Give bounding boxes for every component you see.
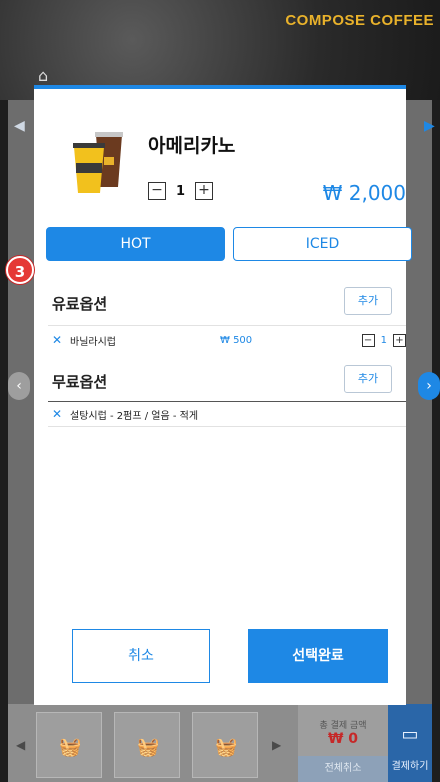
paid-options-title: 유료옵션 [52,295,108,313]
option-name: 바닐라시럽 [70,336,116,348]
basket-icon: 🧺 [215,737,238,758]
menu-next-page-icon[interactable]: › [418,372,440,400]
paid-option-row: ✕ 바닐라시럽 ₩ 500 − 1 + [52,327,406,353]
cart-prev-arrow-icon[interactable]: ◀ [16,738,25,752]
divider [48,401,406,402]
option-quantity-value: 1 [380,334,387,346]
cart-total-amount: ₩ 0 [327,731,359,747]
step-badge: 3 [6,256,34,284]
cart-slot[interactable]: 🧺 [36,712,102,778]
quantity-stepper: − 1 + [148,181,214,201]
free-option-row: ✕ 설탕시럽 - 2펌프 / 얼음 - 적게 [52,403,406,425]
option-increase-button[interactable]: + [393,333,406,347]
divider [48,325,406,326]
basket-icon: 🧺 [137,737,160,758]
option-decrease-button[interactable]: − [361,333,375,347]
remove-option-icon[interactable]: ✕ [52,333,64,347]
menu-prev-page-icon[interactable]: ‹ [8,372,30,400]
quantity-increase-button[interactable]: + [195,182,214,200]
modal-footer: 취소 선택완료 [72,629,388,683]
cart-total: 총 결제 금액 ₩ 0 [298,704,388,756]
quantity-decrease-button[interactable]: − [148,182,166,200]
divider [48,426,406,427]
tab-iced[interactable]: ICED [233,227,412,261]
cancel-button[interactable]: 취소 [72,629,210,683]
home-icon[interactable]: ⌂ [38,66,58,86]
cart-slot[interactable]: 🧺 [192,712,258,778]
brand-logo: COMPOSE COFFEE [285,12,434,29]
confirm-selection-button[interactable]: 선택완료 [248,629,388,683]
option-name: 설탕시럽 - 2펌프 / 얼음 - 적게 [70,410,199,422]
tab-hot[interactable]: HOT [46,227,225,261]
option-price: ₩ 500 [220,334,253,346]
cart-slot[interactable]: 🧺 [114,712,180,778]
free-options-title: 무료옵션 [52,373,108,391]
temperature-tabs: HOT ICED [46,227,412,261]
basket-icon: 🧺 [59,737,82,758]
cancel-all-button[interactable]: 전체취소 [298,756,388,782]
free-options-add-button[interactable]: 추가 [344,365,392,393]
cart-bar: ◀ 🧺 🧺 🧺 ▶ 총 결제 금액 ₩ 0 전체취소 ▭ 결제하기 [8,704,432,782]
americano-cups-image [73,132,123,193]
category-next-arrow-icon[interactable]: ▶ [424,118,438,138]
option-quantity-stepper: − 1 + [361,333,406,347]
remove-option-icon[interactable]: ✕ [52,407,64,421]
cart-next-arrow-icon[interactable]: ▶ [272,738,281,752]
pay-label: 결제하기 [391,761,429,772]
option-modal: 아메리카노 − 1 + ₩ 2,000 HOT ICED 유료옵션 추가 ✕ 바… [34,85,412,705]
paid-options-add-button[interactable]: 추가 [344,287,392,315]
cart-total-label: 총 결제 금액 [319,721,367,731]
category-prev-arrow-icon[interactable]: ◀ [14,118,28,138]
product-name: 아메리카노 [148,135,236,157]
product-price: ₩ 2,000 [322,181,406,205]
pay-button[interactable]: ▭ 결제하기 [388,704,432,782]
card-icon: ▭ [401,724,419,745]
quantity-value: 1 [176,183,186,199]
